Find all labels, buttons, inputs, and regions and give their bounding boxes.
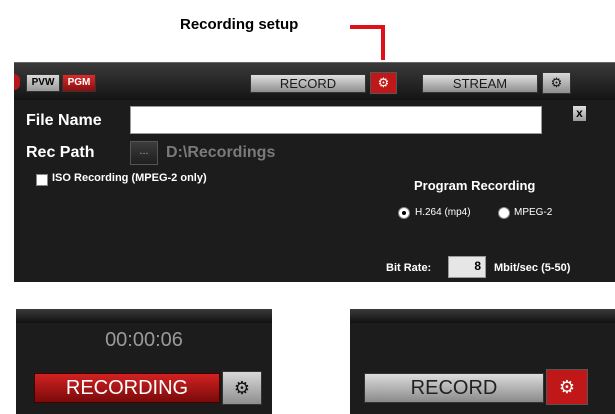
- recording-button[interactable]: RECORDING: [34, 373, 220, 403]
- recording-settings-gear-icon[interactable]: ⚙: [222, 371, 262, 405]
- stream-settings-gear-icon[interactable]: ⚙: [542, 72, 571, 94]
- toolbar-edge-indicator: [14, 74, 20, 90]
- iso-recording-checkbox[interactable]: [36, 174, 48, 186]
- stream-button[interactable]: STREAM: [422, 74, 538, 93]
- bitrate-input[interactable]: 8: [448, 256, 486, 278]
- toolbar: PVW PGM RECORD ⚙ STREAM ⚙: [14, 62, 615, 100]
- recording-timer: 00:00:06: [105, 329, 183, 351]
- mpeg2-radio[interactable]: [498, 207, 510, 219]
- idle-state-panel: RECORD ⚙: [350, 309, 615, 414]
- recording-setup-panel: PVW PGM RECORD ⚙ STREAM ⚙ File Name x Re…: [14, 62, 615, 282]
- record-settings-gear-icon-large[interactable]: ⚙: [546, 369, 588, 405]
- panel-top-bar: [350, 309, 615, 323]
- panel-top-bar: [16, 309, 272, 323]
- mpeg2-radio-label: MPEG-2: [514, 207, 553, 218]
- pvw-button[interactable]: PVW: [26, 74, 60, 92]
- pgm-button[interactable]: PGM: [62, 74, 96, 92]
- bitrate-unit: Mbit/sec (5-50): [494, 262, 571, 274]
- callout-title: Recording setup: [180, 16, 299, 33]
- iso-recording-label: ISO Recording (MPEG-2 only): [52, 172, 207, 184]
- rec-path-value: D:\Recordings: [166, 144, 276, 161]
- callout-arrow-horizontal: [350, 25, 385, 29]
- browse-button[interactable]: ...: [130, 141, 158, 165]
- close-icon[interactable]: x: [573, 106, 586, 121]
- file-name-input[interactable]: [130, 106, 542, 134]
- bitrate-label: Bit Rate:: [386, 262, 432, 274]
- program-recording-title: Program Recording: [414, 178, 536, 193]
- record-button-large[interactable]: RECORD: [364, 373, 544, 403]
- callout-arrow-vertical: [381, 25, 385, 60]
- file-name-label: File Name: [26, 112, 102, 129]
- record-button[interactable]: RECORD: [250, 74, 366, 93]
- recording-state-panel: 00:00:06 RECORDING ⚙: [16, 309, 272, 414]
- h264-radio[interactable]: [398, 207, 410, 219]
- record-settings-gear-icon[interactable]: ⚙: [370, 72, 397, 94]
- rec-path-label: Rec Path: [26, 144, 95, 161]
- h264-radio-label: H.264 (mp4): [415, 207, 471, 218]
